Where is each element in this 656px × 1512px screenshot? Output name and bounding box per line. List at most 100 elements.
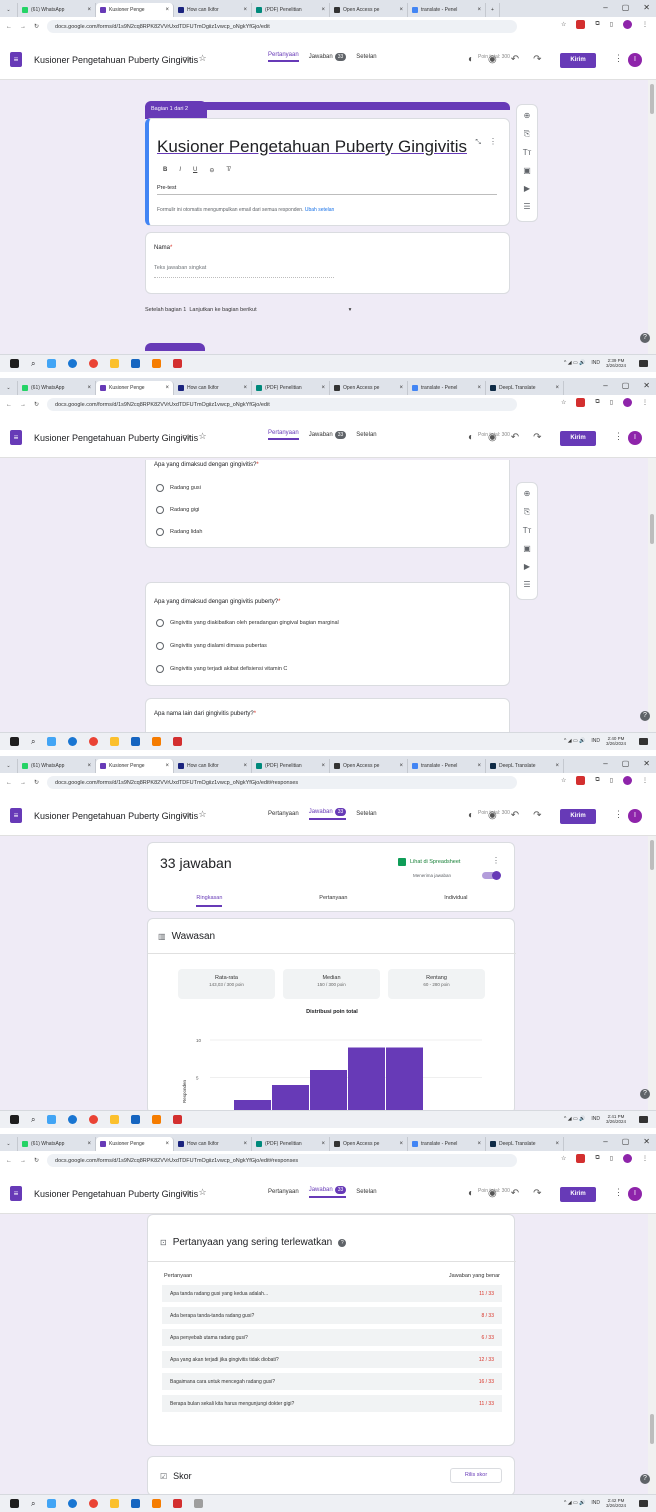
folder-icon[interactable]: ▭	[182, 431, 191, 442]
notification-icon[interactable]	[639, 1500, 648, 1507]
close-window-icon[interactable]: ✕	[643, 759, 650, 768]
help-icon[interactable]: ?	[640, 333, 650, 343]
question-card-2[interactable]: Apa yang dimaksud dengan gingivitis pube…	[145, 582, 510, 686]
star-icon[interactable]: ☆	[561, 21, 566, 28]
sidepanel-icon[interactable]: ▯	[610, 777, 613, 784]
bold-icon[interactable]: B	[163, 167, 167, 174]
app-icon[interactable]	[173, 1499, 183, 1508]
back-icon[interactable]: ←	[6, 402, 12, 408]
menu-icon[interactable]: ⋮	[642, 777, 648, 784]
close-tab-icon[interactable]: ×	[165, 763, 169, 769]
search-icon[interactable]: ⌕	[31, 1499, 35, 1509]
collapse-icon[interactable]: ⤡	[475, 139, 481, 147]
tab-question[interactable]: Pertanyaan	[319, 895, 347, 907]
undo-icon[interactable]: ↶	[511, 432, 519, 443]
maximize-icon[interactable]: ▢	[622, 3, 630, 12]
tab-list-button[interactable]: ⌄	[0, 3, 18, 17]
url-field[interactable]: docs.google.com/forms/d/1s9N2cq8RPK82VVr…	[47, 398, 518, 411]
store-icon[interactable]	[131, 359, 141, 368]
more-vert-icon[interactable]: ⋮	[492, 856, 500, 865]
underline-icon[interactable]: U	[193, 167, 197, 174]
profile-icon[interactable]	[623, 398, 632, 407]
tab-pdf[interactable]: (PDF) Penelitian ×	[252, 759, 330, 773]
tab-open-access[interactable]: Open Access pe ×	[330, 1137, 408, 1151]
notification-icon[interactable]	[639, 738, 648, 745]
tab-forms[interactable]: Kusioner Penge ×	[96, 381, 174, 395]
app-icon[interactable]	[173, 737, 183, 746]
import-questions-icon[interactable]: ⎘	[524, 129, 530, 139]
tab-ikifor[interactable]: How can Ikifor ×	[174, 381, 252, 395]
star-icon[interactable]: ☆	[199, 809, 207, 820]
extension-icon[interactable]	[576, 776, 586, 785]
close-tab-icon[interactable]: ×	[243, 7, 247, 13]
redo-icon[interactable]: ↷	[533, 54, 541, 65]
profile-icon[interactable]	[623, 20, 632, 29]
start-icon[interactable]	[10, 737, 19, 746]
change-settings-link[interactable]: Ubah setelan	[305, 207, 334, 213]
close-tab-icon[interactable]: ×	[321, 7, 325, 13]
scrollbar[interactable]	[648, 458, 656, 733]
tray-icons[interactable]: ^ ◢ ▭ 🔊	[564, 738, 585, 744]
palette-icon[interactable]: ◐	[468, 1188, 474, 1199]
store-icon[interactable]	[131, 1115, 141, 1124]
tab-forms[interactable]: Kusioner Penge ×	[96, 3, 174, 17]
tab-open-access[interactable]: Open Access pe ×	[330, 3, 408, 17]
chrome-icon[interactable]	[89, 1115, 99, 1124]
radio-circle-icon[interactable]	[156, 665, 164, 673]
minimize-icon[interactable]: –	[603, 1137, 607, 1146]
radio-option[interactable]: Gingivitis yang terjadi akibat defisiens…	[156, 665, 287, 673]
add-section-icon[interactable]: ☰	[523, 580, 530, 589]
tab-pdf[interactable]: (PDF) Penelitian ×	[252, 381, 330, 395]
redo-icon[interactable]: ↷	[533, 810, 541, 821]
close-tab-icon[interactable]: ×	[321, 1141, 325, 1147]
app-icon[interactable]	[152, 1115, 162, 1124]
view-in-sheets-link[interactable]: Lihat di Spreadsheet	[398, 858, 460, 866]
explorer-icon[interactable]	[110, 359, 120, 368]
new-tab-button[interactable]: +	[486, 3, 500, 17]
radio-option[interactable]: Radang gusi	[156, 484, 201, 492]
app-icon[interactable]	[173, 359, 183, 368]
close-tab-icon[interactable]: ×	[165, 7, 169, 13]
link-icon[interactable]: ⊖	[209, 167, 214, 174]
import-questions-icon[interactable]: ⎘	[524, 507, 530, 517]
add-image-icon[interactable]: ▣	[523, 544, 531, 553]
tab-questions[interactable]: Pertanyaan	[268, 52, 299, 62]
close-tab-icon[interactable]: ×	[321, 763, 325, 769]
tab-translate[interactable]: translate - Penel ×	[408, 3, 486, 17]
tab-translate[interactable]: translate - Penel ×	[408, 1137, 486, 1151]
close-tab-icon[interactable]: ×	[165, 385, 169, 391]
table-row[interactable]: Apa yang akan terjadi jika gingivitis ti…	[162, 1351, 502, 1369]
clear-format-icon[interactable]: T̸	[226, 167, 230, 174]
tab-list-button[interactable]: ⌄	[0, 759, 18, 773]
menu-icon[interactable]: ⋮	[642, 1155, 648, 1162]
table-row[interactable]: Berapa bulan sekali kita harus mengunjun…	[162, 1395, 502, 1413]
tab-deepl[interactable]: DeepL Translate ×	[486, 759, 564, 773]
redo-icon[interactable]: ↷	[533, 432, 541, 443]
close-tab-icon[interactable]: ×	[243, 1141, 247, 1147]
tab-open-access[interactable]: Open Access pe ×	[330, 759, 408, 773]
start-icon[interactable]	[10, 1499, 19, 1508]
menu-icon[interactable]: ⋮	[642, 399, 648, 406]
close-tab-icon[interactable]: ×	[321, 385, 325, 391]
search-icon[interactable]: ⌕	[31, 1115, 35, 1125]
avatar[interactable]: I	[628, 809, 642, 823]
app-icon[interactable]	[152, 737, 162, 746]
avatar[interactable]: I	[628, 1187, 642, 1201]
tab-forms[interactable]: Kusioner Penge ×	[96, 759, 174, 773]
tab-summary[interactable]: Ringkasan	[196, 895, 223, 907]
tab-responses[interactable]: Jawaban 33	[308, 808, 347, 820]
more-vert-icon[interactable]: ⋮	[489, 137, 497, 146]
app-icon[interactable]	[194, 1499, 204, 1508]
close-tab-icon[interactable]: ×	[477, 1141, 481, 1147]
question-card-1[interactable]: Apa yang dimaksud dengan gingivitis?* Ra…	[145, 460, 510, 548]
help-icon[interactable]: ?	[640, 1474, 650, 1484]
form-title-header[interactable]: Kusioner Pengetahuan Puberty Gingivitis	[34, 811, 198, 821]
tab-whatsapp[interactable]: (61) WhatsApp ×	[18, 759, 96, 773]
close-window-icon[interactable]: ✕	[643, 1137, 650, 1146]
explorer-icon[interactable]	[110, 1499, 120, 1508]
table-row[interactable]: Ada berapa tanda-tanda radang gusi? 8 / 3…	[162, 1307, 502, 1325]
send-button[interactable]: Kirim	[560, 53, 596, 68]
radio-option[interactable]: Gingivitis yang dialami dimasa pubertas	[156, 642, 267, 650]
more-options-icon[interactable]: ⋮	[614, 1187, 623, 1198]
close-window-icon[interactable]: ✕	[643, 381, 650, 390]
